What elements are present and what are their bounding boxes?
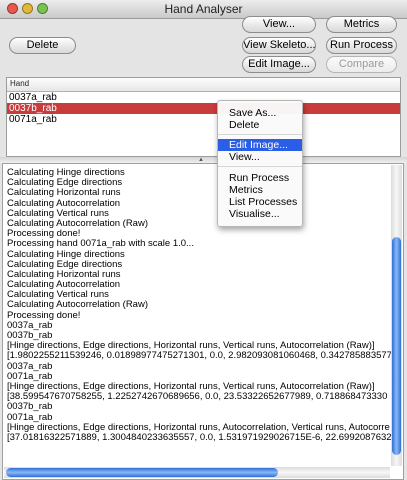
log-line: 0037a_rab (7, 360, 53, 372)
metrics-button[interactable]: Metrics (326, 16, 397, 33)
horizontal-scroll-thumb[interactable] (6, 468, 278, 477)
table-row[interactable]: 0037a_rab (7, 92, 400, 103)
log-output-area[interactable]: Calculating Hinge directions Calculating … (2, 163, 404, 480)
menu-item-edit-image[interactable]: Edit Image... (218, 139, 302, 151)
menu-item-run-process[interactable]: Run Process (218, 172, 302, 184)
edit-image-button[interactable]: Edit Image... (242, 56, 316, 73)
log-line: [1.9802255211539246, 0.01898977475271301… (7, 350, 391, 362)
menu-item-visualise[interactable]: Visualise... (218, 208, 302, 220)
view-skeleton-button[interactable]: View Skeleto... (242, 37, 316, 54)
delete-button[interactable]: Delete (9, 37, 76, 54)
menu-item-delete[interactable]: Delete (218, 119, 302, 131)
menu-separator (218, 134, 302, 135)
table-row-selected[interactable]: 0037b_rab (7, 103, 400, 114)
compare-button[interactable]: Compare (326, 56, 397, 73)
log-line: 0037a_rab (7, 319, 53, 331)
table-row[interactable]: 0071a_rab (7, 114, 400, 125)
view-button[interactable]: View... (242, 16, 316, 33)
log-line: Processing done! (7, 309, 81, 321)
menu-item-view[interactable]: View... (218, 151, 302, 163)
run-process-button[interactable]: Run Process (326, 37, 397, 54)
vertical-scrollbar[interactable] (391, 165, 402, 466)
log-line: 0037b_rab (7, 401, 53, 413)
column-header-hand[interactable]: Hand (7, 78, 400, 92)
context-menu: Save As... Delete Edit Image... View... … (217, 100, 303, 227)
horizontal-scrollbar[interactable] (4, 467, 390, 478)
hand-analyser-window: Hand Analyser Delete View... Metrics Vie… (0, 0, 407, 480)
menu-item-save-as[interactable]: Save As... (218, 107, 302, 119)
window-title: Hand Analyser (164, 2, 243, 16)
log-line: Processing hand 0071a_rab with scale 1.0… (7, 238, 194, 250)
menu-item-list-processes[interactable]: List Processes (218, 196, 302, 208)
log-text: Calculating Hinge directions Calculating … (7, 168, 391, 443)
log-line: [37.01816322571889, 1.3004840233635557, … (7, 431, 391, 443)
log-line: [38.599547670758255, 1.2252742670689656,… (7, 391, 388, 403)
menu-separator (218, 166, 302, 167)
vertical-scroll-thumb[interactable] (392, 237, 401, 455)
hand-table[interactable]: Hand 0037a_rab 0037b_rab 0071a_rab (6, 77, 401, 157)
menu-item-metrics[interactable]: Metrics (218, 184, 302, 196)
